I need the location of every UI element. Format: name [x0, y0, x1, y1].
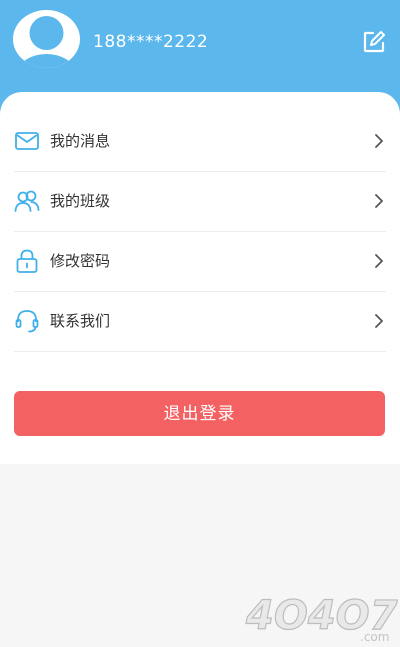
user-phone: 188****2222	[93, 32, 209, 52]
site-watermark: 4O4O7 .com	[242, 583, 400, 647]
lock-icon	[16, 249, 38, 273]
svg-text:.com: .com	[360, 630, 389, 644]
menu-item-label: 我的消息	[50, 132, 111, 150]
menu-item-label: 联系我们	[50, 312, 111, 330]
users-icon	[14, 190, 40, 212]
profile-page: 188****2222 我的消息 我的班级 修改密码 联系我们 退出登录 4O4…	[0, 0, 400, 647]
chevron-right-icon	[375, 134, 383, 148]
menu-item-messages[interactable]: 我的消息	[14, 112, 386, 172]
menu-item-contact-us[interactable]: 联系我们	[14, 292, 386, 352]
menu-item-label: 修改密码	[50, 252, 111, 270]
menu-item-change-password[interactable]: 修改密码	[14, 232, 386, 292]
chevron-right-icon	[375, 254, 383, 268]
menu-list: 我的消息 我的班级 修改密码 联系我们	[0, 112, 400, 352]
menu-item-label: 我的班级	[50, 192, 111, 210]
menu-item-my-class[interactable]: 我的班级	[14, 172, 386, 232]
edit-icon	[363, 31, 385, 53]
mail-icon	[15, 132, 39, 150]
default-user-avatar-icon	[19, 16, 74, 68]
logout-button[interactable]: 退出登录	[14, 391, 385, 436]
chevron-right-icon	[375, 314, 383, 328]
edit-profile-button[interactable]	[361, 29, 387, 55]
chevron-right-icon	[375, 194, 383, 208]
avatar[interactable]	[13, 10, 80, 68]
headset-icon	[15, 310, 39, 333]
